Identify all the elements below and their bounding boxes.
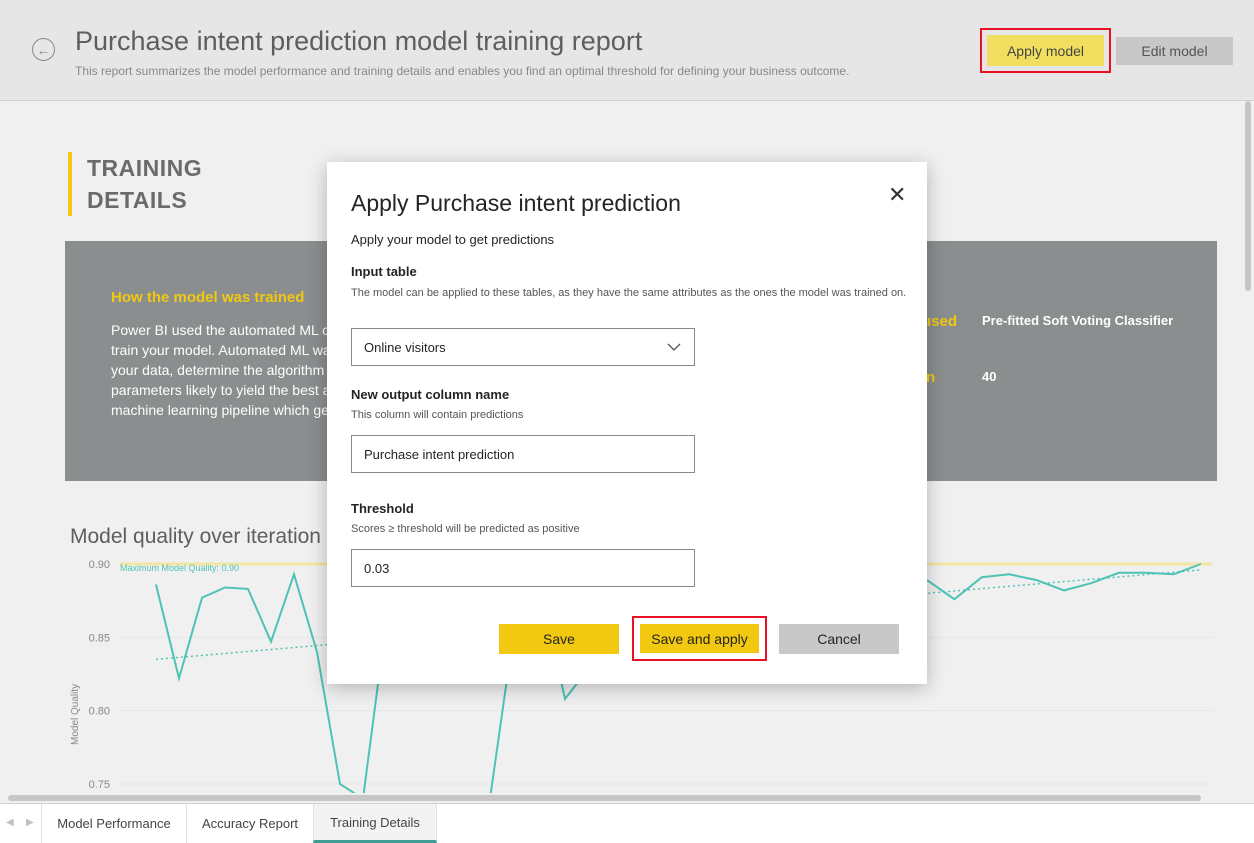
iterations-value: 40 [982,369,997,384]
tab-training-details[interactable]: Training Details [313,804,437,843]
page-subtitle: This report summarizes the model perform… [75,64,850,78]
dialog-title: Apply Purchase intent prediction [351,190,681,216]
save-and-apply-button[interactable]: Save and apply [640,624,759,653]
tab-prev-icon[interactable]: ◀ [6,817,14,828]
tab-next-icon[interactable]: ▶ [26,817,34,828]
info-line: your data, determine the algorithm [111,362,325,378]
apply-model-highlight: Apply model [980,28,1111,73]
y-tick-label: 0.85 [89,632,110,644]
section-heading-line1: TRAINING [87,155,203,181]
close-icon[interactable]: ✕ [888,184,906,206]
vertical-scrollbar[interactable] [1242,101,1254,803]
info-line: train your model. Automated ML wa [111,342,331,358]
input-table-dropdown[interactable]: Online visitors [351,328,695,366]
dialog-subtitle: Apply your model to get predictions [351,232,555,247]
apply-model-button[interactable]: Apply model [987,35,1104,66]
y-tick-label: 0.80 [89,706,110,718]
chevron-down-icon [667,343,681,351]
section-heading: TRAINING DETAILS [68,152,202,216]
page-tabs: ◀ ▶ Model Performance Accuracy Report Tr… [0,803,1254,843]
save-button[interactable]: Save [499,624,619,654]
threshold-input[interactable]: 0.03 [351,549,695,587]
back-arrow-icon[interactable]: ← [32,38,55,61]
output-column-input[interactable]: Purchase intent prediction [351,435,695,473]
cancel-button[interactable]: Cancel [779,624,899,654]
max-quality-label: Maximum Model Quality: 0.90 [120,563,239,573]
algorithm-value: Pre-fitted Soft Voting Classifier [982,313,1174,328]
vertical-scrollbar-thumb[interactable] [1245,101,1251,291]
algorithm-label: used [922,313,958,330]
y-tick-label: 0.75 [89,779,110,791]
output-column-label: New output column name [351,387,510,402]
info-line: parameters likely to yield the best a [111,382,331,398]
threshold-help: Scores ≥ threshold will be predicted as … [351,523,580,535]
tab-accuracy-report[interactable]: Accuracy Report [186,804,313,843]
y-axis-label: Model Quality [70,684,81,745]
info-line: Power BI used the automated ML ca [111,322,333,338]
input-table-help: The model can be applied to these tables… [351,287,907,299]
iterations-label: n [926,369,936,386]
apply-model-dialog: ✕ Apply Purchase intent prediction Apply… [327,162,927,684]
info-panel-heading: How the model was trained [111,289,305,306]
report-header: ← Purchase intent prediction model train… [0,0,1254,101]
info-line: machine learning pipeline which ge [111,402,329,418]
input-table-label: Input table [351,264,417,279]
section-heading-line2: DETAILS [87,187,188,213]
threshold-label: Threshold [351,501,414,516]
edit-model-button[interactable]: Edit model [1116,37,1233,65]
info-panel-text: Power BI used the automated ML ca train … [111,320,333,420]
horizontal-scrollbar[interactable] [0,793,1210,803]
chart-title: Model quality over iteration [70,525,321,548]
horizontal-scrollbar-thumb[interactable] [8,795,1201,801]
save-and-apply-highlight: Save and apply [632,616,767,661]
y-tick-label: 0.90 [89,559,110,571]
tab-model-performance[interactable]: Model Performance [41,804,186,843]
output-column-help: This column will contain predictions [351,409,524,421]
input-table-value: Online visitors [364,339,446,355]
page-title: Purchase intent prediction model trainin… [75,26,643,56]
